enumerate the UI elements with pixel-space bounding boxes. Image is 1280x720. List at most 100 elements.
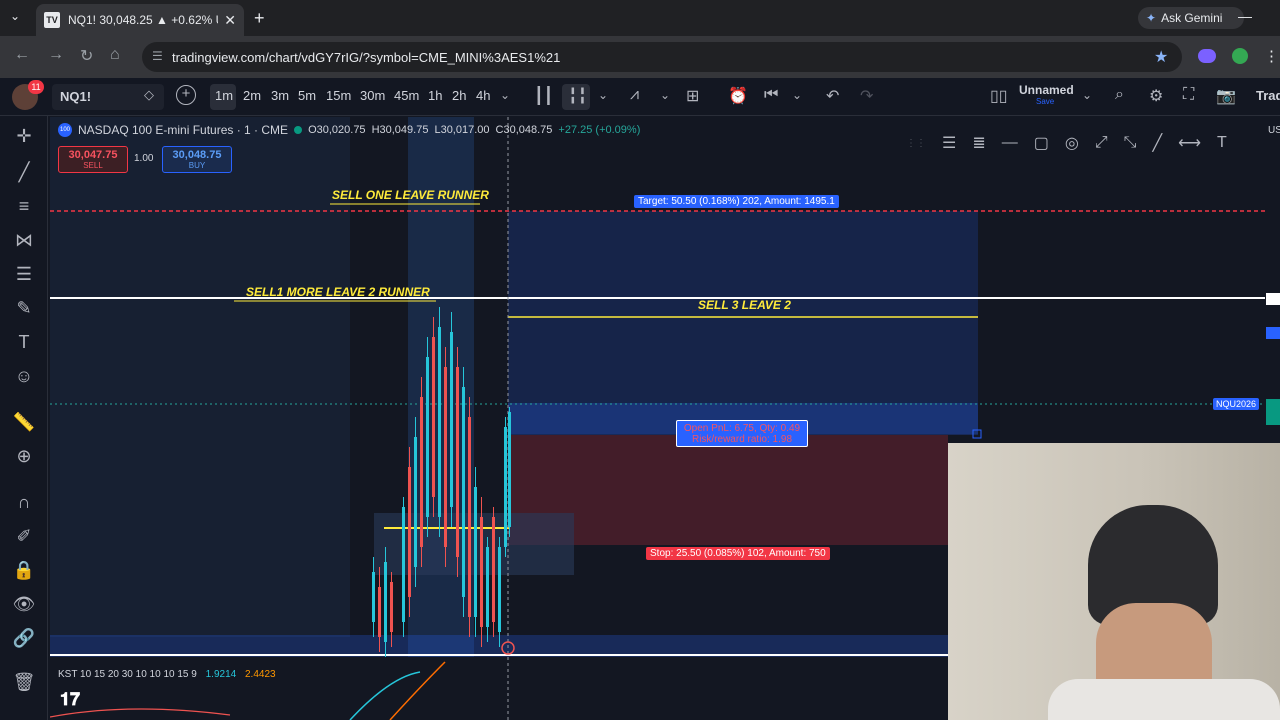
arrow-line-icon[interactable]: ⟷ bbox=[1178, 133, 1201, 153]
brush-icon[interactable]: ✎ bbox=[12, 298, 36, 319]
interval-dropdown-icon[interactable]: ⌄ bbox=[500, 88, 510, 102]
magnet-icon[interactable]: ∩ bbox=[12, 492, 36, 513]
drag-handle-icon[interactable]: ⋮⋮ bbox=[906, 138, 926, 149]
symbol-text: NQ1! bbox=[60, 89, 92, 104]
stop-label[interactable]: Stop: 25.50 (0.085%) 102, Amount: 750 bbox=[646, 547, 830, 560]
annotation-sell-one[interactable]: SELL ONE LEAVE RUNNER bbox=[332, 188, 489, 202]
search-icon[interactable]: ⌕ bbox=[1115, 86, 1124, 104]
kst-line bbox=[349, 671, 421, 720]
candles-icon[interactable]: ╏╏ bbox=[568, 86, 587, 106]
interval-5m[interactable]: 5m bbox=[298, 88, 316, 103]
replay-dropdown-icon[interactable]: ⌄ bbox=[792, 88, 802, 102]
interval-1m[interactable]: 1m bbox=[215, 88, 233, 103]
lock-drawing-icon[interactable]: ✐ bbox=[12, 526, 36, 547]
interval-2m[interactable]: 2m bbox=[243, 88, 261, 103]
path-icon[interactable]: ⤢ bbox=[1095, 134, 1108, 152]
indicators-dropdown-icon[interactable]: ⌄ bbox=[660, 88, 670, 102]
save-label[interactable]: Save bbox=[1036, 97, 1054, 106]
interval-1h[interactable]: 1h bbox=[428, 88, 442, 103]
symbol-search[interactable]: NQ1! ◇ bbox=[52, 84, 164, 110]
link-icon[interactable]: 🔗 bbox=[12, 628, 36, 649]
emoji-icon[interactable]: ☺ bbox=[12, 366, 36, 387]
sell-button[interactable]: 30,047.75 SELL bbox=[58, 146, 128, 173]
trade-button[interactable]: Trad bbox=[1256, 88, 1280, 103]
circle-tool-icon[interactable]: ◎ bbox=[1065, 133, 1079, 153]
indicator-legend: KST 10 15 20 30 10 10 10 15 9 1.9214 2.4… bbox=[58, 669, 276, 680]
trash-icon[interactable]: 🗑 bbox=[12, 672, 36, 693]
address-bar[interactable]: ☰ tradingview.com/chart/vdGY7rIG/?symbol… bbox=[142, 42, 1182, 72]
interval-15m[interactable]: 15m bbox=[326, 88, 351, 103]
layout-panels-icon[interactable]: ▯▯ bbox=[990, 86, 1008, 106]
line-icon[interactable]: ╱ bbox=[1152, 133, 1162, 153]
buy-button[interactable]: 30,048.75 BUY bbox=[162, 146, 232, 173]
candle-body bbox=[504, 427, 507, 547]
pattern-icon[interactable]: ⋈ bbox=[12, 230, 36, 251]
eye-icon[interactable]: 👁 bbox=[12, 594, 36, 615]
position-info-box[interactable]: Open PnL: 6.75, Qty: 0.49 Risk/reward ra… bbox=[676, 420, 808, 447]
fib-retracement-icon[interactable]: ≣ bbox=[972, 133, 985, 153]
back-arrow-icon[interactable]: ← bbox=[14, 46, 30, 64]
reload-icon[interactable]: ↻ bbox=[80, 46, 93, 66]
interval-3m[interactable]: 3m bbox=[271, 88, 289, 103]
ray-icon[interactable]: ⤡ bbox=[1124, 134, 1137, 152]
sell-price: 30,047.75 bbox=[68, 149, 118, 161]
fib-icon[interactable]: ☰ bbox=[12, 264, 36, 285]
site-info-icon[interactable]: ☰ bbox=[152, 49, 163, 63]
settings-gear-icon[interactable]: ⚙ bbox=[1149, 86, 1163, 106]
tab-list-icon[interactable]: ⌄ bbox=[10, 9, 20, 23]
contract-tag: NQU2026 bbox=[1213, 398, 1260, 410]
browser-tab[interactable]: TV NQ1! 30,048.25 ▲ +0.62% Unn ✕ bbox=[36, 4, 244, 36]
menu-icon[interactable]: ⋮ bbox=[1264, 47, 1279, 65]
redo-icon[interactable]: ↷ bbox=[860, 86, 873, 106]
order-qty[interactable]: 1.00 bbox=[134, 153, 153, 164]
interval-45m[interactable]: 45m bbox=[394, 88, 419, 103]
new-tab-icon[interactable]: + bbox=[254, 8, 265, 29]
bookmark-star-icon[interactable]: ★ bbox=[1154, 47, 1168, 67]
annotation-sell-three[interactable]: SELL 3 LEAVE 2 bbox=[698, 298, 791, 312]
interval-4h[interactable]: 4h bbox=[476, 88, 490, 103]
chart-type-dropdown-icon[interactable]: ⌄ bbox=[598, 88, 608, 102]
rectangle-icon[interactable]: ▢ bbox=[1034, 133, 1049, 153]
replay-icon[interactable]: ⏮ bbox=[764, 86, 778, 104]
interval-2h[interactable]: 2h bbox=[452, 88, 466, 103]
home-icon[interactable]: ⌂ bbox=[110, 46, 120, 64]
snapshot-camera-icon[interactable]: 📷 bbox=[1216, 86, 1236, 106]
text-tool-icon[interactable]: T bbox=[12, 332, 36, 353]
minimize-icon[interactable]: — bbox=[1238, 8, 1252, 24]
floating-drawing-toolbar: ⋮⋮ ☰ ≣ — ▢ ◎ ⤢ ⤡ ╱ ⟷ T bbox=[902, 127, 1262, 159]
ask-gemini-button[interactable]: ✦ Ask Gemini bbox=[1138, 7, 1244, 29]
compare-diamond-icon[interactable]: ◇ bbox=[144, 87, 154, 103]
lock-icon[interactable]: 🔒 bbox=[12, 560, 36, 581]
tradingview-favicon-icon: TV bbox=[44, 12, 60, 28]
price-axis-marker-blue bbox=[1266, 327, 1280, 339]
close-tab-icon[interactable]: ✕ bbox=[224, 12, 236, 29]
trend-line-icon[interactable]: ╱ bbox=[12, 162, 36, 183]
target-label[interactable]: Target: 50.50 (0.168%) 202, Amount: 1495… bbox=[634, 195, 839, 208]
candle-body bbox=[456, 367, 459, 557]
undo-icon[interactable]: ↶ bbox=[826, 86, 839, 106]
crosshair-icon[interactable]: ✛ bbox=[12, 126, 36, 147]
candle-body bbox=[498, 547, 501, 632]
horizontal-line-icon[interactable]: — bbox=[1002, 134, 1018, 152]
annotation-sell-more[interactable]: SELL1 MORE LEAVE 2 RUNNER bbox=[246, 285, 430, 299]
ruler-icon[interactable]: 📏 bbox=[12, 412, 36, 433]
candle-body bbox=[378, 587, 381, 637]
bar-type-icon[interactable]: ┃┃ bbox=[534, 86, 553, 106]
layout-dropdown-icon[interactable]: ⌄ bbox=[1082, 88, 1092, 102]
alert-icon[interactable]: ⏰ bbox=[728, 86, 748, 106]
layout-grid-icon[interactable]: ⊞ bbox=[686, 86, 699, 106]
interval-30m[interactable]: 30m bbox=[360, 88, 385, 103]
fullscreen-icon[interactable]: ⛶ bbox=[1183, 86, 1194, 104]
horizontal-lines-icon[interactable]: ≡ bbox=[12, 196, 36, 217]
extension-icon[interactable] bbox=[1198, 49, 1216, 63]
extension-green-icon[interactable] bbox=[1232, 48, 1248, 64]
candle-body bbox=[438, 327, 441, 517]
parallel-channel-icon[interactable]: ☰ bbox=[942, 133, 956, 153]
add-symbol-icon[interactable]: + bbox=[176, 85, 196, 105]
forward-arrow-icon[interactable]: → bbox=[48, 46, 64, 64]
layout-name[interactable]: Unnamed bbox=[1019, 83, 1074, 97]
text-icon[interactable]: T bbox=[1217, 134, 1227, 152]
notification-badge: 11 bbox=[28, 80, 44, 94]
zoom-in-icon[interactable]: ⊕ bbox=[12, 446, 36, 467]
indicators-icon[interactable]: ⩘ bbox=[630, 86, 639, 104]
